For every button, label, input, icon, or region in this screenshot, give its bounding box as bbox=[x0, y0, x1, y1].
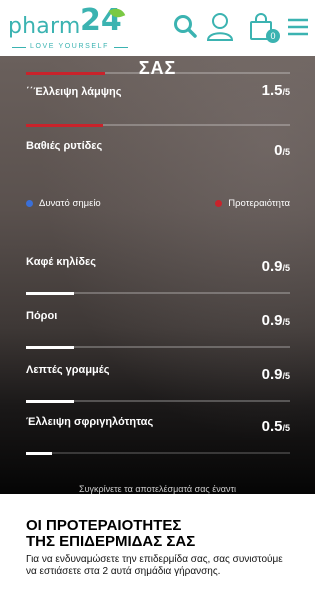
search-icon[interactable] bbox=[172, 12, 198, 42]
skin-priorities-section: ΟΙ ΠΡΟΤΕΡΑΙΟΤΗΤΕΣ ΤΗΣ ΕΠΙΔΕΡΜΙΔΑΣ ΣΑΣ Γι… bbox=[26, 518, 296, 578]
result-row: Έλλειψη σφριγηλότητας 0.5/5 bbox=[26, 414, 290, 458]
cart-count-badge: 0 bbox=[266, 29, 280, 43]
score-bar-track bbox=[26, 452, 290, 455]
logo-divider bbox=[12, 47, 26, 48]
result-label: ΄΄Έλλειψη λάμψης bbox=[26, 86, 122, 98]
logo-divider bbox=[114, 47, 128, 48]
result-row: Λεπτές γραμμές 0.9/5 bbox=[26, 362, 290, 406]
score-bar-track bbox=[26, 124, 290, 127]
result-label: Πόροι bbox=[26, 310, 58, 322]
strong-dot-icon bbox=[26, 199, 33, 207]
result-label: Έλλειψη σφριγηλότητας bbox=[26, 416, 154, 428]
logo-tagline: LOVE YOURSELF bbox=[30, 43, 110, 50]
score-bar-fill bbox=[26, 72, 106, 75]
score-bar-track bbox=[26, 292, 290, 295]
result-row: ΄΄Έλλειψη λάμψης 1.5/5 bbox=[26, 72, 290, 112]
priorities-description: Για να ενδυναμώσετε την επιδερμίδα σας, … bbox=[26, 554, 283, 577]
legend-priority: Προτεραιότητα bbox=[215, 198, 290, 209]
result-score: 0.9/5 bbox=[261, 258, 290, 275]
score-bar-track bbox=[26, 346, 290, 349]
result-row: Πόροι 0.9/5 bbox=[26, 308, 290, 352]
skin-results-panel: ΣΑΣ ΄΄Έλλειψη λάμψης 1.5/5 Βαθιές ρυτίδε… bbox=[0, 56, 315, 494]
result-score: 1.5/5 bbox=[261, 82, 290, 99]
score-bar-fill bbox=[26, 346, 74, 349]
user-icon[interactable] bbox=[206, 12, 234, 42]
menu-icon[interactable] bbox=[286, 12, 310, 42]
result-row: Βαθιές ρυτίδες 0/5 bbox=[26, 124, 290, 164]
result-score: 0.9/5 bbox=[261, 366, 290, 383]
result-score: 0/5 bbox=[274, 142, 290, 159]
score-bar-fill bbox=[26, 124, 103, 127]
result-score: 0.9/5 bbox=[261, 312, 290, 329]
priority-dot-icon bbox=[215, 199, 223, 207]
result-label: Βαθιές ρυτίδες bbox=[26, 140, 103, 152]
priorities-title: ΟΙ ΠΡΟΤΕΡΑΙΟΤΗΤΕΣ ΤΗΣ ΕΠΙΔΕΡΜΙΔΑΣ ΣΑΣ bbox=[26, 517, 196, 550]
score-bar-fill bbox=[26, 292, 74, 295]
legend-strong: Δυνατό σημείο bbox=[26, 198, 101, 209]
score-bar-track bbox=[26, 72, 290, 75]
compare-results-link[interactable]: Συγκρίνετε τα αποτελέσματά σας έναντι bbox=[0, 484, 315, 494]
result-label: Λεπτές γραμμές bbox=[26, 364, 110, 376]
logo-text: pharm bbox=[8, 14, 81, 39]
result-score: 0.5/5 bbox=[261, 418, 290, 435]
result-label: Καφέ κηλίδες bbox=[26, 256, 96, 268]
result-row: Καφέ κηλίδες 0.9/5 bbox=[26, 254, 290, 298]
score-bar-fill bbox=[26, 452, 53, 455]
score-bar-fill bbox=[26, 400, 74, 403]
site-header: pharm 24 LOVE YOURSELF 0 bbox=[0, 0, 315, 56]
score-bar-track bbox=[26, 400, 290, 403]
pharm24-logo[interactable]: pharm 24 LOVE YOURSELF bbox=[8, 6, 128, 52]
